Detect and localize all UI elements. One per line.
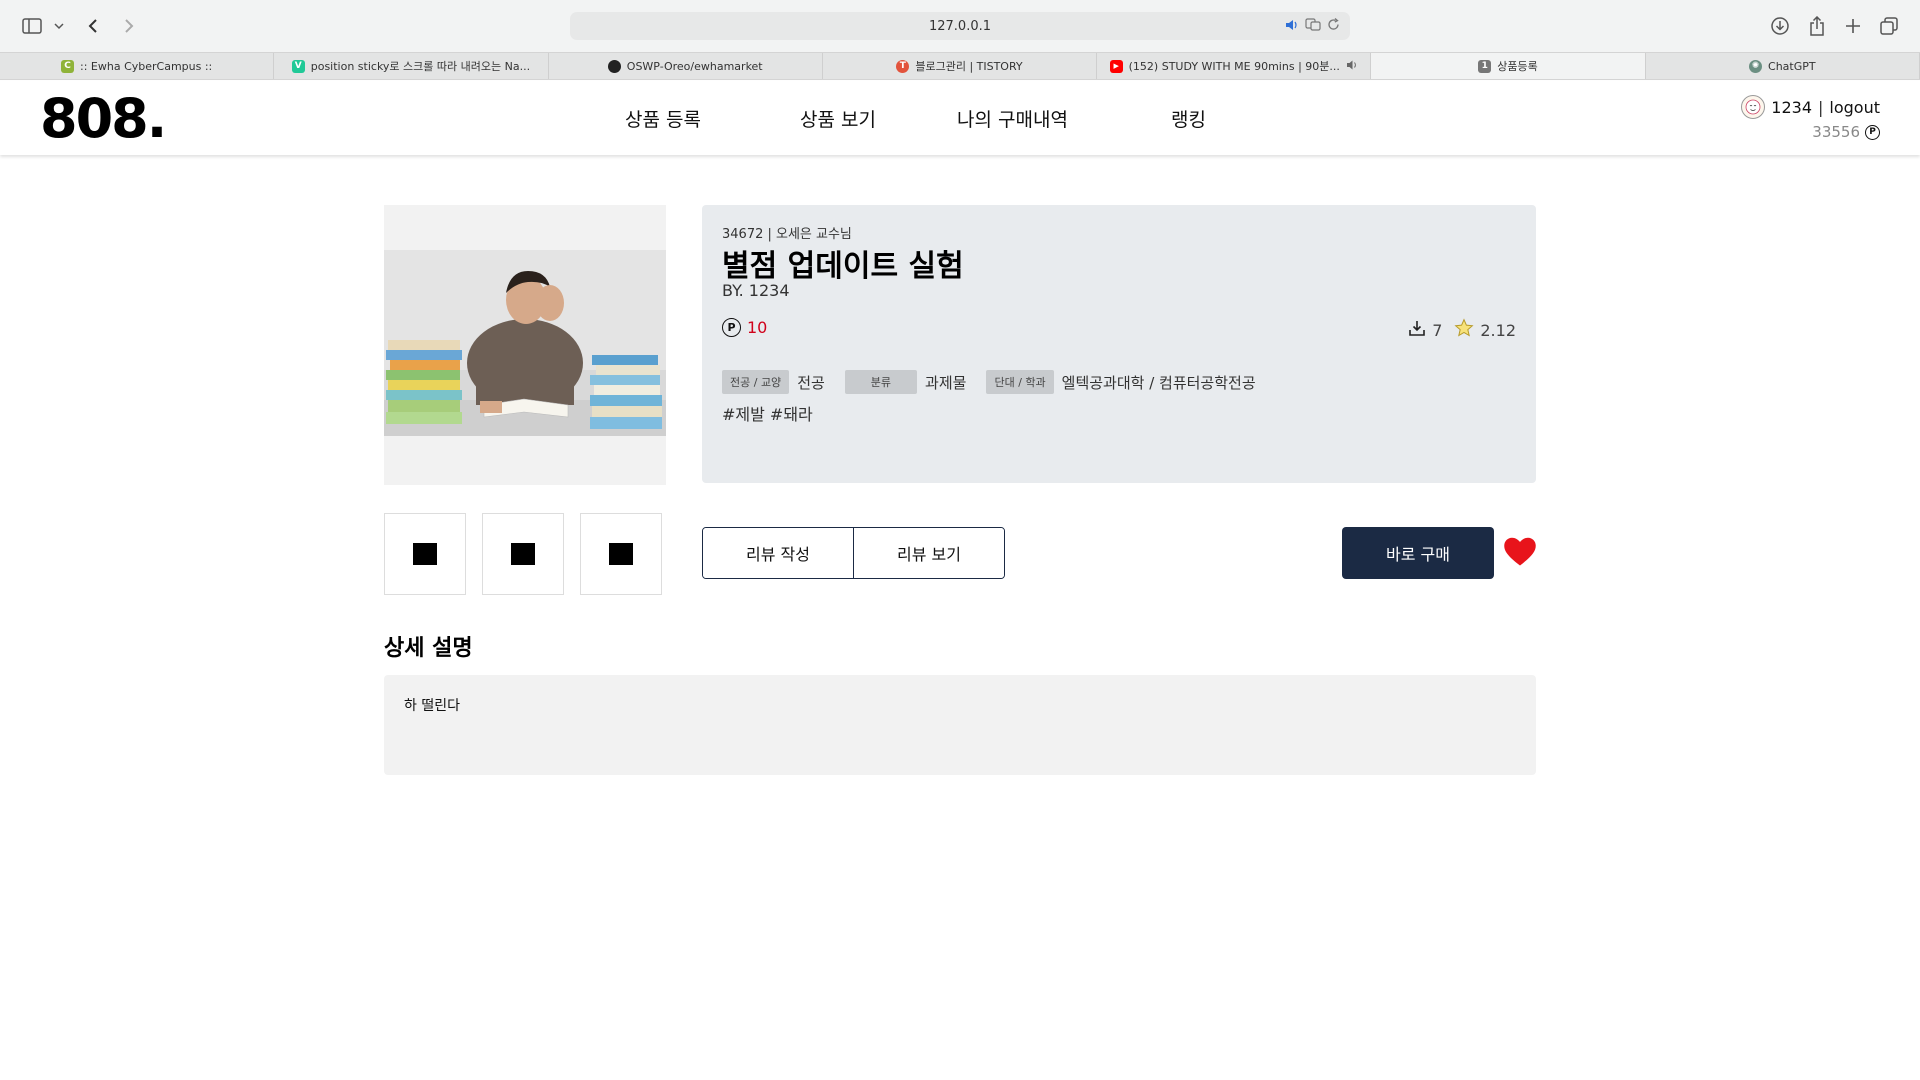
product-title: 별점 업데이트 실험 bbox=[722, 249, 964, 284]
tab-velog[interactable]: V position sticky로 스크롤 따라 내려오는 Na... bbox=[274, 53, 549, 79]
point-icon: P bbox=[722, 318, 741, 337]
product-image bbox=[384, 205, 666, 485]
username: 1234 bbox=[1771, 97, 1813, 117]
nav-ranking[interactable]: 랭킹 bbox=[1171, 105, 1206, 132]
tab-label: position sticky로 스크롤 따라 내려오는 Na... bbox=[310, 60, 531, 73]
tab-label: 상품등록 bbox=[1497, 60, 1538, 73]
tag-label-major: 전공 / 교양 bbox=[722, 370, 790, 394]
address-bar[interactable]: 127.0.0.1 bbox=[570, 12, 1350, 40]
tag-label-department: 단대 / 학과 bbox=[986, 370, 1054, 394]
user-area: 1234 | logout 33556 P bbox=[1741, 95, 1880, 141]
tag-label-category: 분류 bbox=[844, 370, 918, 394]
tab-product-register[interactable]: 1 상품등록 bbox=[1371, 53, 1646, 79]
star-icon bbox=[1454, 318, 1474, 342]
product-image-box bbox=[384, 205, 666, 485]
thumbnail-placeholder-icon bbox=[413, 543, 437, 565]
tab-github[interactable]: OSWP-Oreo/ewhamarket bbox=[549, 53, 823, 79]
product-stats: 7 2.12 bbox=[1408, 318, 1516, 342]
user-points: 33556 bbox=[1812, 123, 1860, 141]
heart-icon[interactable] bbox=[1502, 534, 1538, 570]
hashtags: #제발 #돼라 bbox=[722, 405, 813, 424]
speaker-icon[interactable] bbox=[1285, 19, 1299, 35]
download-icon[interactable] bbox=[1768, 12, 1792, 40]
tab-chatgpt[interactable]: ✺ ChatGPT bbox=[1646, 53, 1920, 79]
velog-favicon-icon: V bbox=[291, 59, 305, 73]
site-logo[interactable]: 808. bbox=[40, 87, 167, 150]
detail-text: 하 떨린다 bbox=[404, 698, 460, 714]
nav-my-purchases[interactable]: 나의 구매내역 bbox=[957, 105, 1068, 132]
product-price: P 10 bbox=[722, 318, 767, 337]
tab-label: 블로그관리 | TISTORY bbox=[915, 60, 1023, 73]
avatar[interactable] bbox=[1741, 95, 1766, 119]
github-favicon-icon bbox=[607, 59, 621, 73]
tab-tistory[interactable]: T 블로그관리 | TISTORY bbox=[823, 53, 1098, 79]
translate-icon[interactable] bbox=[1305, 18, 1321, 35]
tab-cybercampus[interactable]: C :: Ewha CyberCampus :: bbox=[0, 53, 275, 79]
price-value: 10 bbox=[747, 318, 768, 337]
detail-description: 하 떨린다 bbox=[384, 675, 1536, 775]
tab-label: (152) STUDY WITH ME 90mins | 90분... bbox=[1128, 60, 1340, 73]
tistory-favicon-icon: T bbox=[896, 59, 910, 73]
chatgpt-favicon-icon: ✺ bbox=[1749, 59, 1763, 73]
divider: | bbox=[1818, 97, 1824, 117]
course-info: 34672 | 오세은 교수님 bbox=[722, 227, 852, 242]
tag-row: 전공 / 교양 전공 분류 과제물 단대 / 학과 엘텍공과대학 / 컴퓨터공학… bbox=[722, 370, 1256, 394]
url-text: 127.0.0.1 bbox=[928, 18, 992, 34]
new-tab-icon[interactable] bbox=[1842, 12, 1864, 40]
tab-overview-icon[interactable] bbox=[1878, 12, 1900, 40]
cybercampus-favicon-icon: C bbox=[61, 59, 74, 73]
share-icon[interactable] bbox=[1806, 12, 1828, 40]
download-count: 7 bbox=[1432, 320, 1443, 340]
write-review-button[interactable]: 리뷰 작성 bbox=[703, 528, 853, 578]
nav-product-register[interactable]: 상품 등록 bbox=[625, 105, 701, 132]
point-icon: P bbox=[1865, 124, 1880, 140]
detail-heading: 상세 설명 bbox=[384, 636, 473, 661]
tag-value-department: 엘텍공과대학 / 컴퓨터공학전공 bbox=[1061, 373, 1256, 392]
thumbnail-2[interactable] bbox=[482, 513, 564, 595]
logout-link[interactable]: logout bbox=[1829, 98, 1880, 117]
sidebar-toggle-icon[interactable] bbox=[20, 12, 44, 40]
product-info-panel: 34672 | 오세은 교수님 별점 업데이트 실험 BY. 1234 P 10… bbox=[702, 205, 1536, 483]
reload-icon[interactable] bbox=[1327, 18, 1340, 35]
thumbnail-placeholder-icon bbox=[511, 543, 535, 565]
tab-label: ChatGPT bbox=[1768, 59, 1816, 73]
page-favicon-icon: 1 bbox=[1478, 59, 1492, 73]
browser-toolbar: 127.0.0.1 bbox=[0, 0, 1920, 52]
thumbnail-3[interactable] bbox=[580, 513, 662, 595]
thumbnail-placeholder-icon bbox=[609, 543, 633, 565]
nav-product-view[interactable]: 상품 보기 bbox=[800, 105, 876, 132]
product-author: BY. 1234 bbox=[722, 281, 790, 300]
tag-value-category: 과제물 bbox=[925, 373, 967, 392]
back-arrow-icon[interactable] bbox=[82, 12, 104, 40]
audio-playing-icon[interactable] bbox=[1346, 60, 1358, 73]
youtube-favicon-icon: ▶ bbox=[1109, 59, 1123, 73]
download-count-icon bbox=[1408, 319, 1426, 341]
forward-arrow-icon[interactable] bbox=[118, 12, 140, 40]
tab-youtube[interactable]: ▶ (152) STUDY WITH ME 90mins | 90분... bbox=[1097, 53, 1372, 79]
view-review-button[interactable]: 리뷰 보기 bbox=[853, 528, 1004, 578]
tag-value-major: 전공 bbox=[797, 373, 825, 392]
tab-label: OSWP-Oreo/ewhamarket bbox=[626, 59, 763, 73]
review-button-group: 리뷰 작성 리뷰 보기 bbox=[702, 527, 1005, 579]
chevron-down-icon[interactable] bbox=[52, 12, 66, 40]
rating-value: 2.12 bbox=[1480, 320, 1516, 340]
site-header: 808. 상품 등록 상품 보기 나의 구매내역 랭킹 1234 | logou… bbox=[0, 81, 1920, 155]
thumbnail-1[interactable] bbox=[384, 513, 466, 595]
tab-bar: C :: Ewha CyberCampus :: V position stic… bbox=[0, 52, 1920, 80]
tab-label: :: Ewha CyberCampus :: bbox=[80, 59, 213, 73]
buy-now-button[interactable]: 바로 구매 bbox=[1342, 527, 1494, 579]
